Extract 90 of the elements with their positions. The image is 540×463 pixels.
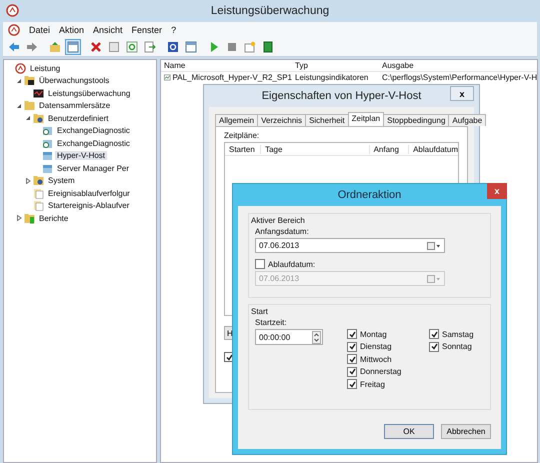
- dialog-title: Eigenschaften von Hyper-V-Host: [262, 90, 422, 102]
- gauge-icon: [15, 62, 26, 74]
- column-header[interactable]: Starten: [225, 144, 262, 154]
- checkbox-label[interactable]: Sonntag: [442, 342, 472, 352]
- tree-item[interactable]: Berichte: [37, 214, 70, 223]
- up-tool-icon[interactable]: [47, 39, 63, 55]
- field-label: Startzeit:: [255, 318, 288, 327]
- tree-item[interactable]: ExchangeDiagnostic: [55, 126, 132, 136]
- checkbox[interactable]: [347, 379, 357, 390]
- refresh-tool-icon[interactable]: [124, 39, 140, 55]
- document-icon: [33, 200, 44, 212]
- column-header[interactable]: Tage: [261, 144, 370, 154]
- sheet-tool-icon[interactable]: [106, 39, 122, 55]
- tree-item[interactable]: Ereignisablaufverfolgur: [46, 188, 132, 198]
- checkbox-label[interactable]: Mittwoch: [360, 354, 392, 364]
- close-button[interactable]: x: [450, 86, 474, 101]
- menu-item[interactable]: Aktion: [59, 25, 84, 35]
- tab[interactable]: Verzeichnis: [257, 114, 306, 126]
- table-cell[interactable]: PAL_Microsoft_Hyper-V_R2_SP1: [172, 73, 292, 82]
- tree-item[interactable]: Startereignis-Ablaufver: [46, 201, 132, 210]
- tree-item[interactable]: ExchangeDiagnostic: [55, 138, 132, 148]
- checkbox-label[interactable]: Samstag: [442, 330, 474, 339]
- export-tool-icon[interactable]: [142, 39, 158, 55]
- menu-item[interactable]: Fenster: [132, 25, 162, 35]
- folder-icon: [24, 100, 35, 112]
- tree-item[interactable]: System: [46, 176, 77, 186]
- checkbox-label[interactable]: Montag: [360, 330, 387, 339]
- tree-item[interactable]: Benutzerdefiniert: [46, 114, 110, 123]
- cancel-button[interactable]: Abbrechen: [441, 424, 491, 439]
- column-header[interactable]: Ablaufdatum: [409, 144, 458, 154]
- checkbox-label[interactable]: Dienstag: [360, 342, 392, 352]
- tree-item[interactable]: Datensammlersätze: [37, 101, 112, 110]
- expand-icon[interactable]: [24, 178, 30, 184]
- menu-item[interactable]: Ansicht: [93, 25, 123, 35]
- panel-tool-icon[interactable]: [183, 39, 199, 55]
- ok-button[interactable]: OK: [384, 424, 434, 439]
- new-tool-icon[interactable]: [242, 39, 258, 55]
- folder-icon: [33, 175, 44, 186]
- group-title: Start: [251, 307, 269, 316]
- monitor-icon: [33, 88, 44, 99]
- tree-item[interactable]: Leistungsüberwachung: [46, 88, 132, 98]
- tab[interactable]: Sicherheit: [305, 114, 349, 126]
- collapse-icon[interactable]: [24, 115, 30, 122]
- tab[interactable]: Zeitplan: [348, 112, 384, 126]
- tree-item[interactable]: Überwachungstools: [37, 76, 112, 86]
- group-title: Aktiver Bereich: [251, 216, 306, 225]
- field-label: Anfangsdatum:: [255, 227, 310, 236]
- folder-icon: [24, 75, 35, 86]
- close-button[interactable]: x: [487, 183, 507, 199]
- panel-tool-icon[interactable]: [65, 39, 81, 55]
- column-header[interactable]: Typ: [292, 61, 379, 70]
- checkbox[interactable]: [347, 354, 357, 364]
- checkbox-label[interactable]: Ablaufdatum:: [268, 260, 316, 268]
- chart-file-icon: [164, 73, 171, 82]
- tree-item[interactable]: Hyper-V-Host: [55, 151, 108, 160]
- checkbox-label[interactable]: Freitag: [360, 380, 385, 389]
- date-field[interactable]: 07.06.2013: [255, 238, 445, 253]
- checkbox[interactable]: [347, 329, 357, 340]
- checkbox-label[interactable]: Donnerstag: [360, 367, 402, 376]
- table-cell-text: C:\perflogs\System\Performance\Hyper-V-H: [381, 73, 538, 82]
- column-header[interactable]: Anfang: [370, 144, 410, 154]
- collapse-icon[interactable]: [16, 102, 22, 109]
- tree-item[interactable]: Leistung: [28, 64, 62, 73]
- gauge-icon: [6, 4, 19, 17]
- folder-icon: [33, 112, 44, 124]
- checkbox[interactable]: [347, 342, 357, 352]
- column-header[interactable]: Ausgabe: [379, 61, 538, 70]
- expand-icon[interactable]: [16, 215, 22, 222]
- column-header[interactable]: Name: [161, 61, 292, 70]
- checkbox[interactable]: [347, 366, 357, 377]
- folder-icon: [24, 212, 35, 224]
- calendar-dropdown-icon[interactable]: [427, 242, 441, 250]
- checkbox[interactable]: [429, 329, 439, 340]
- dialog-title: Ordneraktion: [338, 189, 402, 201]
- document-icon: [33, 188, 44, 199]
- checkbox[interactable]: [255, 259, 265, 269]
- tab[interactable]: Allgemein: [215, 114, 258, 126]
- menu-item[interactable]: Datei: [29, 25, 50, 35]
- time-field[interactable]: 00:00:00: [255, 329, 323, 345]
- schedules-label: Zeitpläne:: [224, 131, 260, 140]
- gauge-icon[interactable]: [8, 24, 20, 36]
- window-title: Leistungsüberwachung: [210, 5, 330, 17]
- collapse-icon[interactable]: [16, 78, 22, 84]
- checkbox[interactable]: [429, 342, 439, 352]
- tab[interactable]: Aufgabe: [448, 114, 486, 126]
- tab[interactable]: Stoppbedingung: [383, 114, 450, 126]
- table-cell-text: Leistungsindikatoren: [294, 73, 370, 82]
- spinner-icon[interactable]: [312, 330, 321, 344]
- tree-item[interactable]: Server Manager Per: [55, 164, 132, 173]
- menu-item[interactable]: ?: [171, 25, 176, 35]
